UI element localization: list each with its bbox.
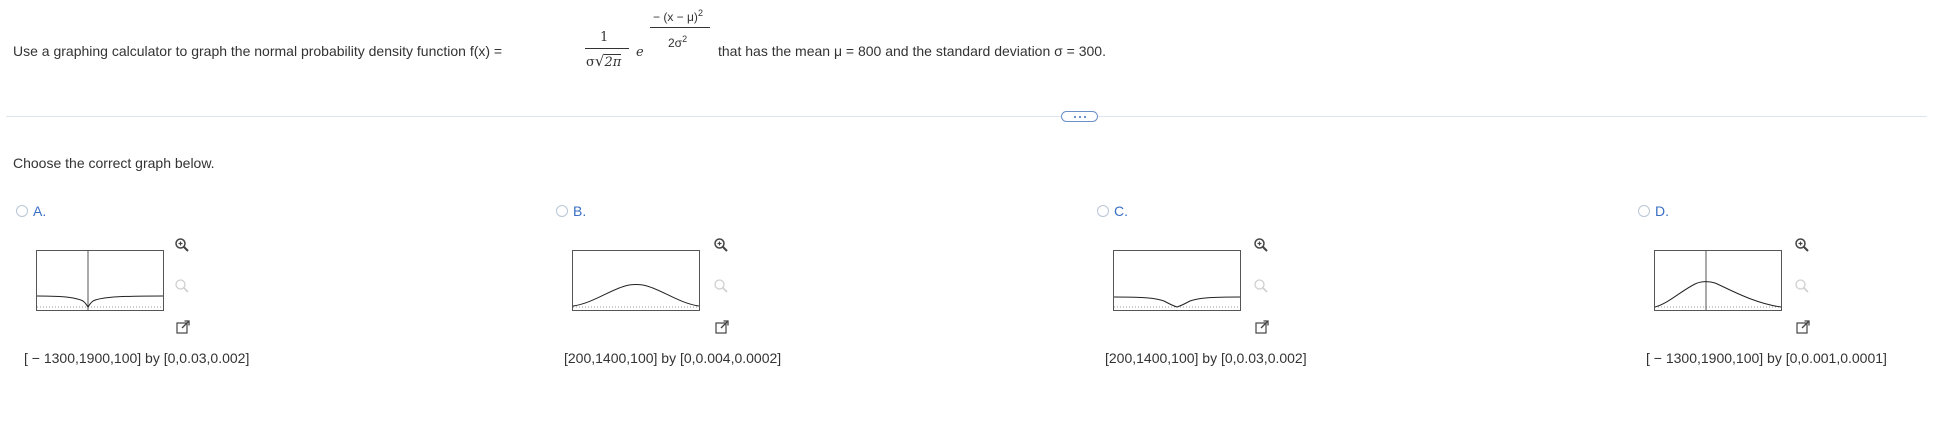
open-external-icon[interactable]	[1255, 320, 1269, 334]
exponent-fraction-bar	[650, 27, 710, 28]
zoom-in-icon[interactable]	[1253, 237, 1269, 253]
zoom-out-icon[interactable]	[713, 278, 729, 294]
euler-e: e	[636, 45, 644, 60]
dot-icon	[1073, 115, 1076, 118]
radio-button-d[interactable]	[1638, 205, 1650, 217]
choice-letter: B.	[573, 203, 587, 219]
graph-thumbnail-b[interactable]	[572, 250, 700, 311]
zoom-in-icon[interactable]	[174, 237, 190, 253]
choice-letter: A.	[33, 203, 47, 219]
exponent-denominator-power: 2	[682, 34, 688, 44]
exponent-numerator: − (x − μ)2	[653, 8, 703, 24]
graph-thumbnail-c[interactable]	[1113, 250, 1241, 311]
section-divider	[6, 116, 1927, 117]
fraction-numerator: 1	[600, 30, 609, 45]
question-prompt: Choose the correct graph below.	[13, 155, 215, 171]
open-external-icon[interactable]	[176, 320, 190, 334]
zoom-out-icon[interactable]	[174, 278, 190, 294]
choice-b[interactable]: B. [200,1400,100] by [0,0.004,0.0002]	[556, 200, 956, 380]
exponent-numerator-text: − (x − μ)	[653, 10, 698, 24]
open-external-icon[interactable]	[1796, 320, 1810, 334]
exponent-numerator-power: 2	[697, 8, 703, 18]
radio-button-a[interactable]	[16, 205, 28, 217]
choice-letter: C.	[1114, 203, 1128, 219]
question-lead: Use a graphing calculator to graph the n…	[13, 43, 503, 59]
graph-thumbnail-d[interactable]	[1654, 250, 1782, 311]
sigma-symbol: σ	[586, 55, 595, 70]
viewing-window-label: [ − 1300,1900,100] by [0,0.03,0.002]	[24, 350, 250, 366]
fraction-bar	[585, 48, 629, 49]
question-tail: that has the mean μ = 800 and the standa…	[718, 43, 1106, 59]
exponent-denominator: 2σ2	[668, 34, 687, 50]
viewing-window-label: [ − 1300,1900,100] by [0,0.001,0.0001]	[1646, 350, 1887, 366]
sqrt-radicand: 2π	[604, 54, 622, 70]
exponent-denominator-text: 2σ	[668, 36, 683, 50]
zoom-in-icon[interactable]	[713, 237, 729, 253]
more-options-button[interactable]	[1061, 111, 1098, 122]
viewing-window-label: [200,1400,100] by [0,0.03,0.002]	[1105, 350, 1307, 366]
zoom-out-icon[interactable]	[1253, 278, 1269, 294]
choice-letter: D.	[1655, 203, 1669, 219]
fraction-denominator: σ√2π	[586, 52, 622, 70]
radio-button-c[interactable]	[1097, 205, 1109, 217]
dot-icon	[1078, 115, 1081, 118]
sqrt-symbol: √	[594, 52, 605, 70]
radio-button-b[interactable]	[556, 205, 568, 217]
dot-icon	[1083, 115, 1086, 118]
zoom-out-icon[interactable]	[1794, 278, 1810, 294]
zoom-in-icon[interactable]	[1794, 237, 1810, 253]
open-external-icon[interactable]	[715, 320, 729, 334]
graph-thumbnail-a[interactable]	[36, 250, 164, 311]
viewing-window-label: [200,1400,100] by [0,0.004,0.0002]	[564, 350, 782, 366]
choice-a[interactable]: A. [ − 1300,1900,100] by [0,0.03,0.002]	[16, 200, 416, 380]
choice-c[interactable]: C. [200,1400,100] by [0,0.03,0.002]	[1097, 200, 1497, 380]
choice-d[interactable]: D. [ − 1300,1900,100] by [0,0.001,0.0001…	[1638, 200, 1933, 380]
